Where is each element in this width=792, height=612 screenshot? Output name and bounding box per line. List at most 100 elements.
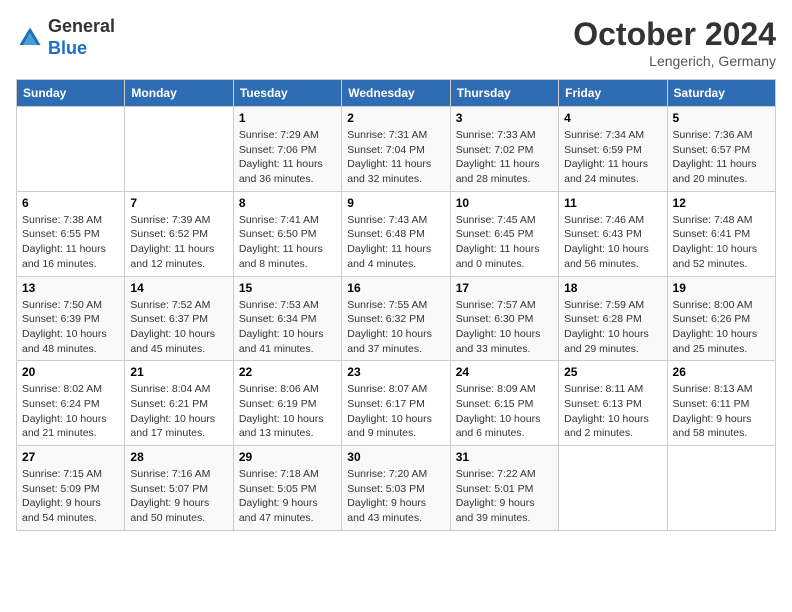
logo-general: General bbox=[48, 16, 115, 36]
day-detail: Sunrise: 8:04 AM Sunset: 6:21 PM Dayligh… bbox=[130, 382, 227, 441]
day-detail: Sunrise: 7:15 AM Sunset: 5:09 PM Dayligh… bbox=[22, 467, 119, 526]
day-detail: Sunrise: 7:36 AM Sunset: 6:57 PM Dayligh… bbox=[673, 128, 770, 187]
weekday-header: Thursday bbox=[450, 80, 558, 107]
calendar-week-row: 1 Sunrise: 7:29 AM Sunset: 7:06 PM Daylig… bbox=[17, 107, 776, 192]
calendar-cell: 24 Sunrise: 8:09 AM Sunset: 6:15 PM Dayli… bbox=[450, 361, 558, 446]
day-detail: Sunrise: 7:18 AM Sunset: 5:05 PM Dayligh… bbox=[239, 467, 336, 526]
day-number: 28 bbox=[130, 450, 227, 464]
weekday-header-row: SundayMondayTuesdayWednesdayThursdayFrid… bbox=[17, 80, 776, 107]
day-number: 2 bbox=[347, 111, 444, 125]
calendar-cell bbox=[559, 446, 667, 531]
day-detail: Sunrise: 7:48 AM Sunset: 6:41 PM Dayligh… bbox=[673, 213, 770, 272]
calendar-week-row: 20 Sunrise: 8:02 AM Sunset: 6:24 PM Dayli… bbox=[17, 361, 776, 446]
calendar-cell: 28 Sunrise: 7:16 AM Sunset: 5:07 PM Dayli… bbox=[125, 446, 233, 531]
day-number: 24 bbox=[456, 365, 553, 379]
calendar-cell: 26 Sunrise: 8:13 AM Sunset: 6:11 PM Dayli… bbox=[667, 361, 775, 446]
day-number: 16 bbox=[347, 281, 444, 295]
day-detail: Sunrise: 8:06 AM Sunset: 6:19 PM Dayligh… bbox=[239, 382, 336, 441]
calendar-cell: 25 Sunrise: 8:11 AM Sunset: 6:13 PM Dayli… bbox=[559, 361, 667, 446]
weekday-header: Friday bbox=[559, 80, 667, 107]
day-number: 3 bbox=[456, 111, 553, 125]
calendar-cell: 9 Sunrise: 7:43 AM Sunset: 6:48 PM Daylig… bbox=[342, 191, 450, 276]
day-number: 27 bbox=[22, 450, 119, 464]
calendar-cell: 7 Sunrise: 7:39 AM Sunset: 6:52 PM Daylig… bbox=[125, 191, 233, 276]
calendar-cell: 1 Sunrise: 7:29 AM Sunset: 7:06 PM Daylig… bbox=[233, 107, 341, 192]
day-detail: Sunrise: 7:34 AM Sunset: 6:59 PM Dayligh… bbox=[564, 128, 661, 187]
day-number: 9 bbox=[347, 196, 444, 210]
day-number: 10 bbox=[456, 196, 553, 210]
day-number: 22 bbox=[239, 365, 336, 379]
day-number: 7 bbox=[130, 196, 227, 210]
calendar-cell: 23 Sunrise: 8:07 AM Sunset: 6:17 PM Dayli… bbox=[342, 361, 450, 446]
day-detail: Sunrise: 7:29 AM Sunset: 7:06 PM Dayligh… bbox=[239, 128, 336, 187]
day-number: 11 bbox=[564, 196, 661, 210]
calendar-cell: 27 Sunrise: 7:15 AM Sunset: 5:09 PM Dayli… bbox=[17, 446, 125, 531]
weekday-header: Tuesday bbox=[233, 80, 341, 107]
logo-blue: Blue bbox=[48, 38, 87, 58]
day-detail: Sunrise: 7:59 AM Sunset: 6:28 PM Dayligh… bbox=[564, 298, 661, 357]
calendar-cell: 16 Sunrise: 7:55 AM Sunset: 6:32 PM Dayli… bbox=[342, 276, 450, 361]
calendar-cell: 5Sunrise: 7:36 AM Sunset: 6:57 PM Daylig… bbox=[667, 107, 775, 192]
day-detail: Sunrise: 7:52 AM Sunset: 6:37 PM Dayligh… bbox=[130, 298, 227, 357]
calendar-cell: 11 Sunrise: 7:46 AM Sunset: 6:43 PM Dayli… bbox=[559, 191, 667, 276]
page-header: General Blue October 2024 Lengerich, Ger… bbox=[16, 16, 776, 69]
location: Lengerich, Germany bbox=[573, 53, 776, 69]
logo-icon bbox=[16, 24, 44, 52]
day-number: 8 bbox=[239, 196, 336, 210]
day-number: 13 bbox=[22, 281, 119, 295]
day-number: 23 bbox=[347, 365, 444, 379]
calendar-cell: 18 Sunrise: 7:59 AM Sunset: 6:28 PM Dayli… bbox=[559, 276, 667, 361]
day-detail: Sunrise: 8:00 AM Sunset: 6:26 PM Dayligh… bbox=[673, 298, 770, 357]
day-number: 26 bbox=[673, 365, 770, 379]
calendar-cell: 4 Sunrise: 7:34 AM Sunset: 6:59 PM Daylig… bbox=[559, 107, 667, 192]
calendar-cell: 3 Sunrise: 7:33 AM Sunset: 7:02 PM Daylig… bbox=[450, 107, 558, 192]
day-detail: Sunrise: 8:13 AM Sunset: 6:11 PM Dayligh… bbox=[673, 382, 770, 441]
logo: General Blue bbox=[16, 16, 115, 59]
day-detail: Sunrise: 7:33 AM Sunset: 7:02 PM Dayligh… bbox=[456, 128, 553, 187]
calendar-cell: 21 Sunrise: 8:04 AM Sunset: 6:21 PM Dayli… bbox=[125, 361, 233, 446]
calendar-cell: 19 Sunrise: 8:00 AM Sunset: 6:26 PM Dayli… bbox=[667, 276, 775, 361]
day-detail: Sunrise: 7:45 AM Sunset: 6:45 PM Dayligh… bbox=[456, 213, 553, 272]
day-number: 12 bbox=[673, 196, 770, 210]
day-number: 19 bbox=[673, 281, 770, 295]
day-number: 30 bbox=[347, 450, 444, 464]
day-detail: Sunrise: 8:09 AM Sunset: 6:15 PM Dayligh… bbox=[456, 382, 553, 441]
day-number: 20 bbox=[22, 365, 119, 379]
month-title: October 2024 bbox=[573, 16, 776, 53]
day-number: 18 bbox=[564, 281, 661, 295]
day-number: 31 bbox=[456, 450, 553, 464]
day-detail: Sunrise: 8:07 AM Sunset: 6:17 PM Dayligh… bbox=[347, 382, 444, 441]
day-number: 1 bbox=[239, 111, 336, 125]
day-number: 14 bbox=[130, 281, 227, 295]
day-detail: Sunrise: 7:43 AM Sunset: 6:48 PM Dayligh… bbox=[347, 213, 444, 272]
day-number: 4 bbox=[564, 111, 661, 125]
day-detail: Sunrise: 7:50 AM Sunset: 6:39 PM Dayligh… bbox=[22, 298, 119, 357]
calendar-cell: 10 Sunrise: 7:45 AM Sunset: 6:45 PM Dayli… bbox=[450, 191, 558, 276]
calendar-table: SundayMondayTuesdayWednesdayThursdayFrid… bbox=[16, 79, 776, 531]
day-detail: Sunrise: 7:39 AM Sunset: 6:52 PM Dayligh… bbox=[130, 213, 227, 272]
calendar-week-row: 6 Sunrise: 7:38 AM Sunset: 6:55 PM Daylig… bbox=[17, 191, 776, 276]
day-detail: Sunrise: 7:46 AM Sunset: 6:43 PM Dayligh… bbox=[564, 213, 661, 272]
day-detail: Sunrise: 7:38 AM Sunset: 6:55 PM Dayligh… bbox=[22, 213, 119, 272]
calendar-cell: 12 Sunrise: 7:48 AM Sunset: 6:41 PM Dayli… bbox=[667, 191, 775, 276]
calendar-cell: 2Sunrise: 7:31 AM Sunset: 7:04 PM Daylig… bbox=[342, 107, 450, 192]
day-detail: Sunrise: 8:11 AM Sunset: 6:13 PM Dayligh… bbox=[564, 382, 661, 441]
day-detail: Sunrise: 7:16 AM Sunset: 5:07 PM Dayligh… bbox=[130, 467, 227, 526]
weekday-header: Monday bbox=[125, 80, 233, 107]
day-detail: Sunrise: 7:41 AM Sunset: 6:50 PM Dayligh… bbox=[239, 213, 336, 272]
calendar-cell bbox=[17, 107, 125, 192]
calendar-cell: 20 Sunrise: 8:02 AM Sunset: 6:24 PM Dayli… bbox=[17, 361, 125, 446]
day-number: 21 bbox=[130, 365, 227, 379]
calendar-cell: 31 Sunrise: 7:22 AM Sunset: 5:01 PM Dayli… bbox=[450, 446, 558, 531]
day-number: 6 bbox=[22, 196, 119, 210]
day-detail: Sunrise: 7:22 AM Sunset: 5:01 PM Dayligh… bbox=[456, 467, 553, 526]
day-number: 29 bbox=[239, 450, 336, 464]
calendar-cell: 6 Sunrise: 7:38 AM Sunset: 6:55 PM Daylig… bbox=[17, 191, 125, 276]
day-number: 25 bbox=[564, 365, 661, 379]
weekday-header: Saturday bbox=[667, 80, 775, 107]
calendar-cell: 13 Sunrise: 7:50 AM Sunset: 6:39 PM Dayli… bbox=[17, 276, 125, 361]
day-detail: Sunrise: 8:02 AM Sunset: 6:24 PM Dayligh… bbox=[22, 382, 119, 441]
day-detail: Sunrise: 7:55 AM Sunset: 6:32 PM Dayligh… bbox=[347, 298, 444, 357]
day-detail: Sunrise: 7:20 AM Sunset: 5:03 PM Dayligh… bbox=[347, 467, 444, 526]
calendar-cell bbox=[125, 107, 233, 192]
